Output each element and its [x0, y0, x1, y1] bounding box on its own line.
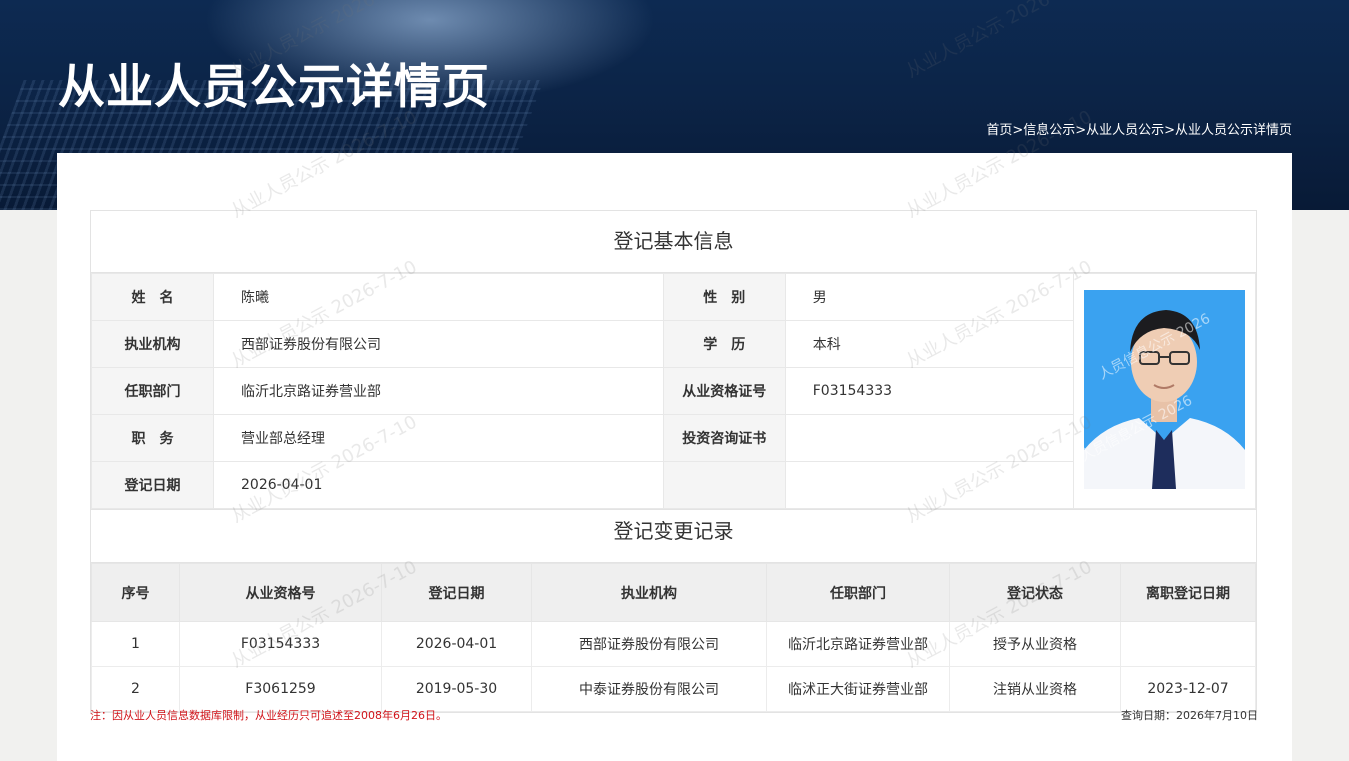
table-row: 1 F03154333 2026-04-01 西部证券股份有限公司 临沂北京路证…: [91, 621, 1256, 667]
col-leave-date: 离职登记日期: [1120, 563, 1256, 622]
cell-department: 临沂北京路证券营业部: [766, 621, 950, 667]
label-position: 职 务: [91, 414, 214, 462]
cell-qualification-no: F03154333: [179, 621, 382, 667]
col-institution: 执业机构: [531, 563, 767, 622]
cell-qualification-no: F3061259: [179, 666, 382, 712]
cell-department: 临沭正大街证券营业部: [766, 666, 950, 712]
value-gender: 男: [784, 273, 1075, 321]
breadcrumb[interactable]: 首页>信息公示>从业人员公示>从业人员公示详情页: [986, 119, 1292, 138]
label-education: 学 历: [662, 320, 786, 368]
table-header-row: 序号 从业资格号 登记日期 执业机构 任职部门 登记状态 离职登记日期: [91, 563, 1256, 622]
col-index: 序号: [91, 563, 180, 622]
page-title: 从业人员公示详情页: [58, 60, 490, 115]
label-advisory-cert: 投资咨询证书: [662, 414, 786, 462]
cell-status: 授予从业资格: [949, 621, 1121, 667]
footnote: 注：因从业人员信息数据库限制，从业经历只可追述至2008年6月26日。: [90, 709, 447, 722]
cell-institution: 中泰证券股份有限公司: [531, 666, 767, 712]
person-photo: 人员信息公示 2026 人员信息公示 2026: [1084, 289, 1245, 489]
basic-info-section: 登记基本信息 姓 名 陈曦 性 别 男 人员信息公示 2026 人员信息公示 2…: [90, 210, 1257, 510]
label-institution: 执业机构: [91, 320, 214, 368]
cell-leave-date: 2023-12-07: [1120, 666, 1256, 712]
value-department: 临沂北京路证券营业部: [213, 367, 664, 415]
table-row: 2 F3061259 2019-05-30 中泰证券股份有限公司 临沭正大街证券…: [91, 666, 1256, 712]
cell-register-date: 2026-04-01: [381, 621, 532, 667]
change-record-section: 登记变更记录 序号 从业资格号 登记日期 执业机构 任职部门 登记状态 离职登记…: [90, 501, 1257, 713]
value-qualification-no: F03154333: [784, 367, 1075, 415]
cell-status: 注销从业资格: [949, 666, 1121, 712]
basic-info-table: 姓 名 陈曦 性 别 男 人员信息公示 2026 人员信息公示 2026 执业机…: [91, 273, 1256, 509]
label-department: 任职部门: [91, 367, 214, 415]
basic-info-title: 登记基本信息: [91, 211, 1256, 273]
cell-institution: 西部证券股份有限公司: [531, 621, 767, 667]
cell-index: 1: [91, 621, 180, 667]
content-card: 登记基本信息 姓 名 陈曦 性 别 男 人员信息公示 2026 人员信息公示 2…: [57, 153, 1292, 761]
cell-index: 2: [91, 666, 180, 712]
value-institution: 西部证券股份有限公司: [213, 320, 664, 368]
change-record-title: 登记变更记录: [91, 501, 1256, 563]
cell-leave-date: [1120, 621, 1256, 667]
value-education: 本科: [784, 320, 1075, 368]
col-register-date: 登记日期: [381, 563, 532, 622]
label-gender: 性 别: [662, 273, 786, 321]
photo-cell: 人员信息公示 2026 人员信息公示 2026: [1073, 273, 1256, 509]
label-qualification-no: 从业资格证号: [662, 367, 786, 415]
value-name: 陈曦: [213, 273, 664, 321]
col-department: 任职部门: [766, 563, 950, 622]
value-advisory-cert: [784, 414, 1075, 462]
value-position: 营业部总经理: [213, 414, 664, 462]
col-status: 登记状态: [949, 563, 1121, 622]
portrait-image: [1084, 289, 1245, 489]
cell-register-date: 2019-05-30: [381, 666, 532, 712]
change-record-table: 序号 从业资格号 登记日期 执业机构 任职部门 登记状态 离职登记日期 1 F0…: [91, 563, 1256, 712]
label-name: 姓 名: [91, 273, 214, 321]
query-date: 查询日期：2026年7月10日: [1121, 709, 1258, 722]
col-qualification-no: 从业资格号: [179, 563, 382, 622]
